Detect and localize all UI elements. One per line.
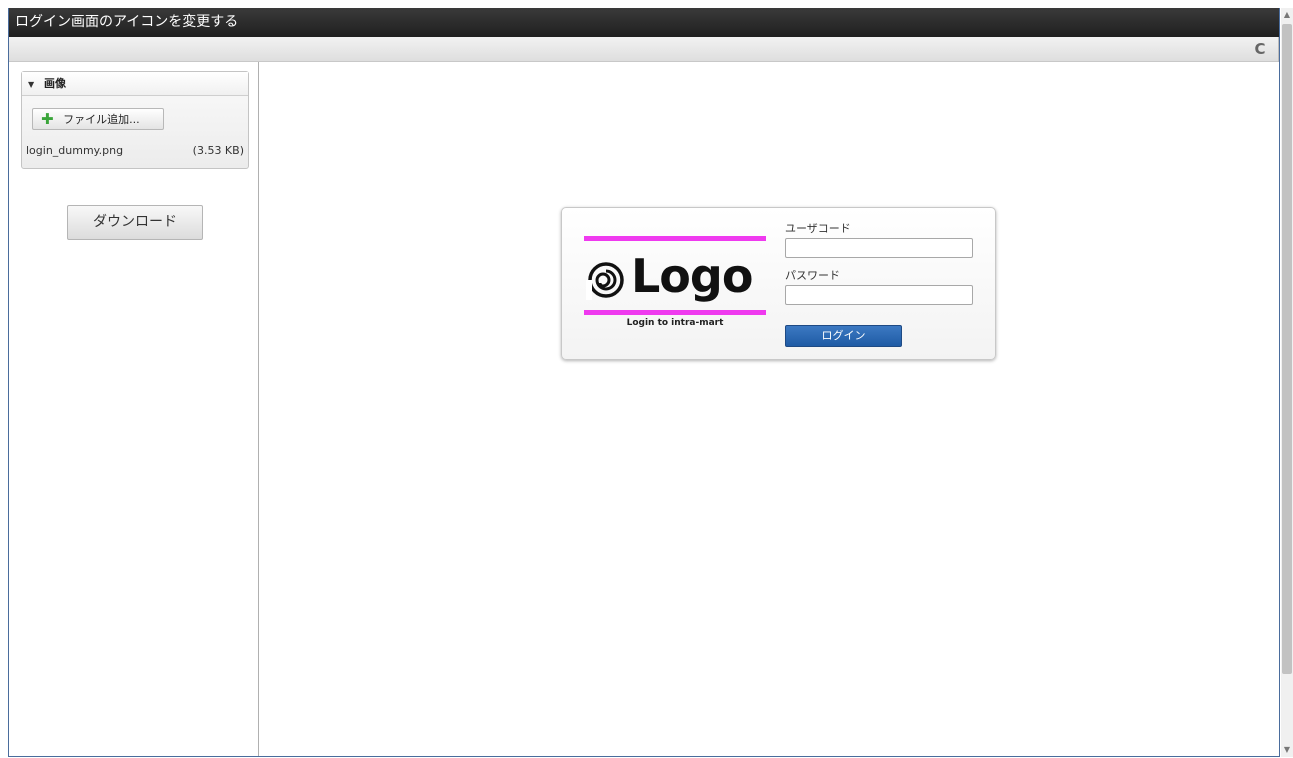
refresh-icon: C xyxy=(1254,40,1266,58)
user-code-label: ユーザコード xyxy=(785,222,851,235)
user-code-input[interactable] xyxy=(785,238,973,258)
logo-text: Logo xyxy=(631,249,753,303)
image-panel-title: 画像 xyxy=(44,77,66,90)
scroll-up-arrow-icon[interactable]: ▲ xyxy=(1281,8,1293,22)
logo: Logo xyxy=(586,246,766,306)
toolbar: C xyxy=(9,37,1279,62)
plus-icon: ✚ xyxy=(41,110,54,128)
add-file-button[interactable]: ✚ ファイル追加... xyxy=(32,108,164,130)
login-preview-card: Logo Login to intra-mart ユーザコード パスワード ログ… xyxy=(561,207,996,360)
window-title: ログイン画面のアイコンを変更する xyxy=(15,14,239,30)
logo-caption: Login to intra-mart xyxy=(626,318,724,328)
logo-bottom-bar xyxy=(584,310,766,315)
refresh-button[interactable]: C xyxy=(1249,39,1271,59)
spiral-icon xyxy=(586,262,624,300)
collapse-caret-icon[interactable]: ▼ xyxy=(28,80,34,89)
login-button[interactable]: ログイン xyxy=(785,325,902,347)
logo-top-bar xyxy=(584,236,766,241)
window-title-bar: ログイン画面のアイコンを変更する xyxy=(9,8,1279,37)
app-window: ログイン画面のアイコンを変更する C ▼ 画像 ✚ ファイル追加... logi… xyxy=(8,8,1280,757)
image-panel-header[interactable]: ▼ 画像 xyxy=(22,72,248,96)
sidebar: ▼ 画像 ✚ ファイル追加... login_dummy.png (3.53 K… xyxy=(9,62,259,756)
file-size: (3.53 KB) xyxy=(192,144,244,157)
image-panel: ▼ 画像 ✚ ファイル追加... login_dummy.png (3.53 K… xyxy=(21,71,249,169)
scroll-down-arrow-icon[interactable]: ▼ xyxy=(1281,743,1293,757)
file-name: login_dummy.png xyxy=(26,144,124,157)
scrollbar-thumb[interactable] xyxy=(1282,24,1292,674)
password-input[interactable] xyxy=(785,285,973,305)
toolbar-divider xyxy=(1278,37,1279,62)
download-button[interactable]: ダウンロード xyxy=(67,205,203,240)
vertical-scrollbar[interactable]: ▲ ▼ xyxy=(1281,8,1293,757)
password-label: パスワード xyxy=(785,269,840,282)
add-file-label: ファイル追加... xyxy=(63,113,140,126)
